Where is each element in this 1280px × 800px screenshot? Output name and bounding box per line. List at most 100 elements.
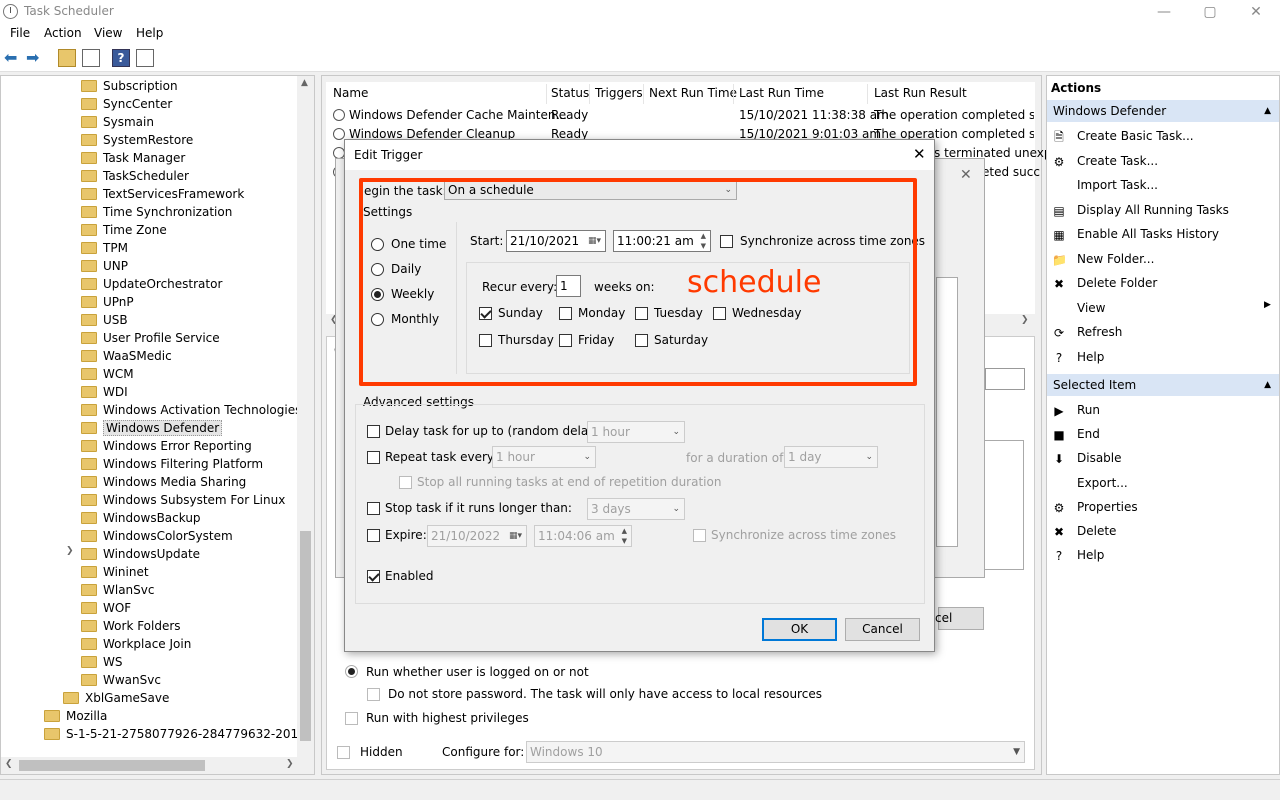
up-folder-icon[interactable] bbox=[58, 49, 76, 67]
tree-item[interactable]: Subscription bbox=[81, 77, 178, 95]
menu-view[interactable]: View bbox=[94, 26, 122, 40]
hidden-checkbox[interactable] bbox=[337, 746, 350, 759]
expire-sync-checkbox[interactable] bbox=[693, 529, 706, 542]
action-item[interactable]: Run bbox=[1077, 403, 1100, 417]
tree-item[interactable]: UNP bbox=[81, 257, 128, 275]
name-field-stub[interactable] bbox=[985, 368, 1025, 390]
action-item[interactable]: Delete Folder bbox=[1077, 276, 1157, 290]
tree-item[interactable]: Windows Media Sharing bbox=[81, 473, 246, 491]
cancel-button[interactable]: Cancel bbox=[845, 618, 920, 641]
tree-item[interactable]: UpdateOrchestrator bbox=[81, 275, 222, 293]
enabled-checkbox[interactable] bbox=[367, 570, 380, 583]
section-windows-defender[interactable]: Windows Defender ▲ bbox=[1047, 100, 1279, 122]
tree-item[interactable]: WwanSvc bbox=[81, 671, 161, 689]
configure-for-select[interactable]: Windows 10 ▼ bbox=[526, 741, 1025, 763]
repeat-select[interactable]: 1 hour ⌄ bbox=[492, 446, 596, 468]
action-item[interactable]: Create Task... bbox=[1077, 154, 1158, 168]
stop-running-checkbox[interactable] bbox=[399, 476, 412, 489]
col-name[interactable]: Name bbox=[333, 86, 368, 100]
tree-item[interactable]: WCM bbox=[81, 365, 134, 383]
col-triggers[interactable]: Triggers bbox=[595, 86, 643, 100]
tree-item[interactable]: TextServicesFramework bbox=[81, 185, 244, 203]
tree-item[interactable]: WlanSvc bbox=[81, 581, 154, 599]
menu-action[interactable]: Action bbox=[44, 26, 82, 40]
tree-item[interactable]: SyncCenter bbox=[81, 95, 172, 113]
radio-run-whether[interactable] bbox=[345, 665, 358, 678]
tree-item-xblgamesave[interactable]: XblGameSave bbox=[63, 689, 169, 707]
help-icon[interactable]: ? bbox=[112, 49, 130, 67]
tree-horizontal-scrollbar[interactable]: ❮ ❯ bbox=[1, 757, 314, 774]
delay-select[interactable]: 1 hour ⌄ bbox=[587, 421, 685, 443]
tree-item[interactable]: WOF bbox=[81, 599, 131, 617]
expire-time-field[interactable]: 11:04:06 am ▲ ▼ bbox=[534, 525, 632, 547]
action-item[interactable]: Display All Running Tasks bbox=[1077, 203, 1229, 217]
col-last-result[interactable]: Last Run Result bbox=[874, 86, 967, 100]
scroll-thumb[interactable] bbox=[300, 531, 311, 741]
scroll-up-icon[interactable]: ▲ bbox=[301, 78, 308, 88]
calendar-icon[interactable]: ▦▾ bbox=[509, 526, 522, 546]
tree-item[interactable]: WaaSMedic bbox=[81, 347, 172, 365]
forward-arrow-icon[interactable]: ➡ bbox=[26, 49, 44, 67]
tree-item[interactable]: WindowsBackup bbox=[81, 509, 201, 527]
tree-item[interactable]: Workplace Join bbox=[81, 635, 191, 653]
close-icon[interactable]: ✕ bbox=[960, 167, 972, 183]
scroll-right-icon[interactable]: ❯ bbox=[1021, 315, 1029, 325]
menu-help[interactable]: Help bbox=[136, 26, 163, 40]
tree-item[interactable]: WindowsUpdate bbox=[81, 545, 200, 563]
tree-item[interactable]: Windows Defender bbox=[81, 419, 223, 437]
tree-item[interactable]: Task Manager bbox=[81, 149, 185, 167]
delay-checkbox[interactable] bbox=[367, 425, 380, 438]
ok-button[interactable]: OK bbox=[762, 618, 837, 641]
description-field-stub[interactable] bbox=[984, 440, 1024, 570]
col-last-run[interactable]: Last Run Time bbox=[739, 86, 824, 100]
tree-item[interactable]: Work Folders bbox=[81, 617, 181, 635]
scroll-left-icon[interactable]: ❮ bbox=[5, 759, 13, 769]
action-item[interactable]: Import Task... bbox=[1077, 178, 1158, 192]
minimize-button[interactable]: — bbox=[1141, 2, 1187, 22]
tree-item[interactable]: Wininet bbox=[81, 563, 149, 581]
tree-item[interactable]: TaskScheduler bbox=[81, 167, 189, 185]
no-store-password-checkbox[interactable] bbox=[367, 688, 380, 701]
tree-item-sid[interactable]: S-1-5-21-2758077926-284779632-2014516551 bbox=[44, 725, 314, 743]
stop-longer-checkbox[interactable] bbox=[367, 502, 380, 515]
tree-vertical-scrollbar[interactable]: ▲ bbox=[297, 76, 314, 759]
close-button[interactable]: ✕ bbox=[1233, 2, 1279, 22]
tree-item[interactable]: Time Synchronization bbox=[81, 203, 232, 221]
tree-item[interactable]: USB bbox=[81, 311, 128, 329]
tree-item[interactable]: Windows Subsystem For Linux bbox=[81, 491, 285, 509]
action-item[interactable]: Create Basic Task... bbox=[1077, 129, 1194, 143]
tree-item[interactable]: TPM bbox=[81, 239, 128, 257]
collapse-icon[interactable]: ▲ bbox=[1264, 374, 1271, 396]
scroll-right-icon[interactable]: ❯ bbox=[286, 759, 294, 769]
col-status[interactable]: Status bbox=[551, 86, 589, 100]
action-item[interactable]: Properties bbox=[1077, 500, 1138, 514]
stop-longer-select[interactable]: 3 days ⌄ bbox=[587, 498, 685, 520]
expire-checkbox[interactable] bbox=[367, 529, 380, 542]
back-arrow-icon[interactable]: ⬅ bbox=[4, 49, 22, 67]
tree-item[interactable]: User Profile Service bbox=[81, 329, 220, 347]
col-next-run[interactable]: Next Run Time bbox=[649, 86, 737, 100]
tree-item[interactable]: Windows Filtering Platform bbox=[81, 455, 263, 473]
collapse-icon[interactable]: ▲ bbox=[1264, 100, 1271, 122]
action-item[interactable]: Help bbox=[1077, 548, 1104, 562]
tree-item-mozilla[interactable]: Mozilla bbox=[44, 707, 107, 725]
action-item[interactable]: Export... bbox=[1077, 476, 1128, 490]
section-selected-item[interactable]: Selected Item ▲ bbox=[1047, 374, 1279, 396]
tree-item[interactable]: Windows Error Reporting bbox=[81, 437, 252, 455]
chevron-right-icon[interactable]: ❯ bbox=[66, 546, 74, 556]
tree-item[interactable]: Time Zone bbox=[81, 221, 167, 239]
maximize-button[interactable]: ▢ bbox=[1187, 2, 1233, 22]
tree-item[interactable]: WDI bbox=[81, 383, 128, 401]
repeat-checkbox[interactable] bbox=[367, 451, 380, 464]
tree-item[interactable]: WindowsColorSystem bbox=[81, 527, 233, 545]
action-item[interactable]: New Folder... bbox=[1077, 252, 1154, 266]
action-item[interactable]: Disable bbox=[1077, 451, 1122, 465]
action-item[interactable]: Refresh bbox=[1077, 325, 1122, 339]
tree-item[interactable]: Sysmain bbox=[81, 113, 154, 131]
action-item[interactable]: View bbox=[1077, 301, 1105, 315]
action-item[interactable]: End bbox=[1077, 427, 1100, 441]
action-pane-icon[interactable] bbox=[136, 49, 154, 67]
duration-select[interactable]: 1 day ⌄ bbox=[784, 446, 878, 468]
tree-item[interactable]: WS bbox=[81, 653, 122, 671]
scroll-thumb[interactable] bbox=[19, 760, 205, 771]
